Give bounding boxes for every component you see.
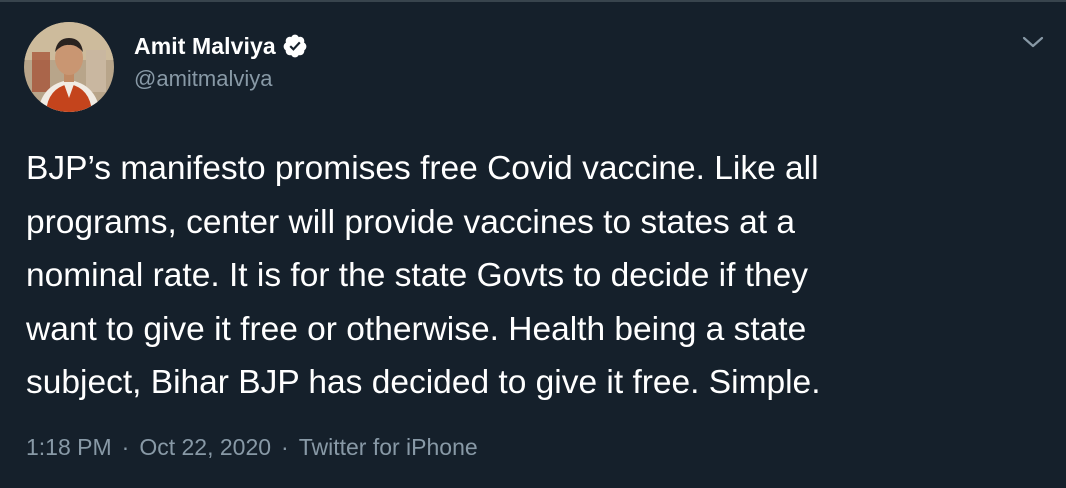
author-name-row[interactable]: Amit Malviya [134, 30, 308, 62]
tweet-card: Amit Malviya @amitmalviya BJP’s manifest… [0, 0, 1066, 488]
tweet-text-line: subject, Bihar BJP has decided to give i… [26, 364, 821, 401]
tweet-time[interactable]: 1:18 PM [26, 434, 112, 461]
meta-separator: · [281, 434, 289, 460]
author-display-name[interactable]: Amit Malviya [134, 33, 276, 60]
tweet-source[interactable]: Twitter for iPhone [299, 434, 478, 461]
avatar[interactable] [24, 22, 114, 112]
author-handle[interactable]: @amitmalviya [134, 66, 272, 92]
tweet-text-line: BJP’s manifesto promises free Covid vacc… [26, 150, 819, 187]
tweet-date[interactable]: Oct 22, 2020 [139, 434, 271, 461]
meta-separator: · [121, 434, 130, 460]
verified-badge-icon [282, 33, 308, 59]
tweet-text-line: nominal rate. It is for the state Govts … [26, 257, 809, 294]
tweet-metadata: 1:18 PM · Oct 22, 2020 · Twitter for iPh… [26, 434, 478, 461]
chevron-down-icon[interactable] [1020, 32, 1046, 52]
tweet-text-line: want to give it free or otherwise. Healt… [26, 310, 807, 348]
tweet-text-line: programs, center will provide vaccines t… [26, 203, 795, 241]
tweet-text: BJP’s manifesto promises free Covid vacc… [26, 142, 1026, 410]
